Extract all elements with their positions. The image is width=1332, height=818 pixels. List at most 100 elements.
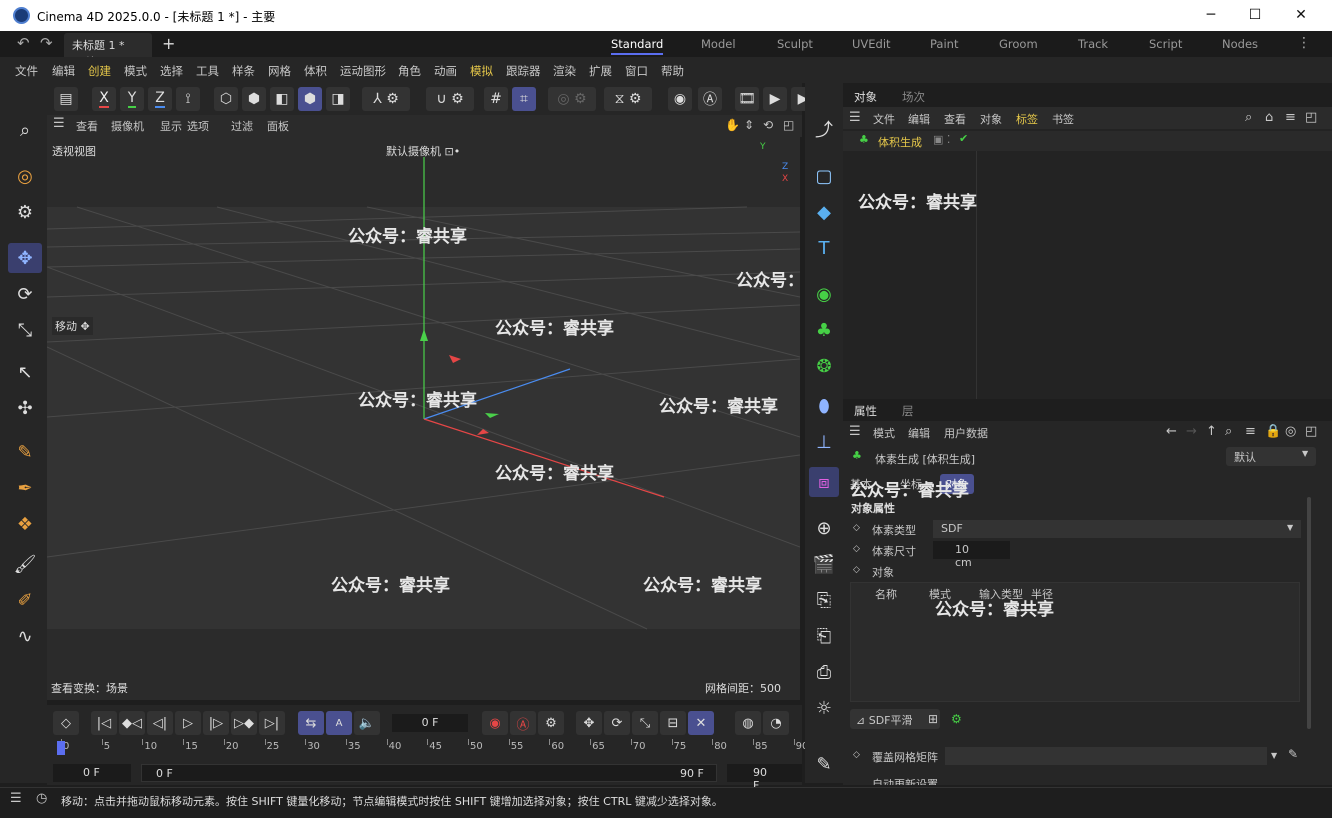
redo-icon[interactable]: ↷ (40, 34, 53, 52)
tab-objects[interactable]: 对象 (854, 89, 877, 105)
key-param-icon[interactable]: ⊟ (660, 711, 686, 735)
symmetry-icon[interactable]: ◎ ⚙ (548, 87, 596, 111)
menu-item-12[interactable]: 模拟 (470, 63, 493, 79)
search-icon[interactable]: ⌕ (8, 115, 42, 145)
next-key-icon[interactable]: ▷◆ (231, 711, 257, 735)
keyframe-diamond-icon[interactable]: ◇ (853, 565, 860, 575)
x-axis-lock[interactable]: X (92, 87, 116, 111)
objects-menu-item[interactable]: 对象 (980, 111, 1002, 127)
maximize-button[interactable]: ☐ (1243, 4, 1267, 26)
deformer-icon[interactable]: ❂ (809, 351, 839, 381)
document-tab[interactable]: 未标题 1 * ✕ (64, 33, 152, 66)
motion-clip-icon[interactable]: ◍ (735, 711, 761, 735)
mirror-icon[interactable]: ⧖ ⚙ (604, 87, 652, 111)
enabled-check-icon[interactable]: ✔ (959, 132, 968, 145)
spline-pen-icon[interactable]: ✒ (8, 473, 42, 503)
spline-sketch-icon[interactable]: ∿ (8, 621, 42, 651)
scrollbar[interactable] (1307, 497, 1311, 729)
team-render-icon[interactable]: ⎙ (809, 657, 839, 687)
keyframe-diamond-icon[interactable]: ◇ (853, 544, 860, 554)
render-view-icon[interactable]: ▶ (763, 87, 787, 111)
auto-key-icon[interactable]: A (326, 711, 352, 735)
objects-menu-item[interactable]: 标签 (1016, 111, 1038, 127)
generator-icon[interactable]: ◉ (809, 279, 839, 309)
rotate-tool-icon[interactable]: ⟳ (8, 279, 42, 309)
timeline-ruler[interactable]: 0 5 10 15 20 25 30 35 40 45 50 55 60 65 70 75 80 85 90 (55, 739, 808, 757)
object-name[interactable]: 体积生成 (878, 134, 922, 150)
end-frame-field[interactable]: 90 F (727, 764, 802, 792)
knife-icon[interactable]: ✐ (8, 585, 42, 615)
range-slider[interactable]: 0 F 90 F (141, 764, 717, 782)
light-icon[interactable]: ☼ (809, 693, 839, 723)
menu-item-17[interactable]: 帮助 (661, 63, 684, 79)
menu-item-3[interactable]: 模式 (124, 63, 147, 79)
z-axis-lock[interactable]: Z (148, 87, 172, 111)
text-icon[interactable]: T (809, 233, 839, 263)
up-icon[interactable]: ↑ (1206, 424, 1217, 439)
picker-icon[interactable]: ✎ (1288, 747, 1298, 761)
menu-item-1[interactable]: 编辑 (52, 63, 75, 79)
workplane-icon[interactable]: # (484, 87, 508, 111)
pen-tool-icon[interactable]: ✎ (8, 437, 42, 467)
keyframe-diamond-icon[interactable]: ◇ (853, 750, 860, 760)
keyframe-settings-icon[interactable]: ⚙ (538, 711, 564, 735)
menu-item-13[interactable]: 跟踪器 (506, 63, 541, 79)
brush-icon[interactable]: 🖌 (8, 549, 42, 579)
preset-dropdown[interactable]: 默认 ▼ (1226, 447, 1316, 466)
menu-item-2[interactable]: 创建 (88, 63, 111, 79)
menu-item-10[interactable]: 角色 (398, 63, 421, 79)
key-pla-icon[interactable]: ✕ (688, 711, 714, 735)
select-cursor-icon[interactable]: ◎ (8, 161, 42, 191)
orbit-icon[interactable]: ⟲ (763, 118, 773, 132)
layout-tab-paint[interactable]: Paint (930, 37, 958, 51)
tab-layers[interactable]: 层 (902, 403, 914, 419)
override-matrix-field[interactable] (945, 747, 1267, 765)
hamburger-icon[interactable]: ☰ (849, 110, 861, 125)
current-frame-field[interactable]: 0 F (392, 714, 468, 732)
grid-snap-icon[interactable]: ⌗ (512, 87, 536, 111)
chevron-down-icon[interactable]: ▼ (1271, 751, 1277, 760)
add-folder-icon[interactable]: ⊞ (928, 712, 938, 726)
sculpt-icon[interactable]: ❖ (8, 509, 42, 539)
objects-menu-item[interactable]: 书签 (1052, 111, 1074, 127)
hamburger-icon[interactable]: ☰ (53, 116, 65, 131)
object-row[interactable]: ♣ 体积生成 ▣ ⁚ ✔ (843, 131, 1332, 151)
edit-icon[interactable]: ✎ (809, 749, 839, 779)
dolly-icon[interactable]: ⇕ (744, 118, 754, 132)
objects-menu-item[interactable]: 文件 (873, 111, 895, 127)
layout-tab-uvedit[interactable]: UVEdit (852, 37, 891, 51)
hamburger-icon[interactable]: ☰ (849, 424, 861, 439)
menu-item-16[interactable]: 窗口 (625, 63, 648, 79)
target-icon[interactable]: ◎ (1285, 424, 1296, 439)
axis-tool-icon[interactable]: ⅄ ⚙ (362, 87, 410, 111)
add-layer-icon[interactable]: ⚙ (951, 712, 962, 726)
scale-tool-icon[interactable]: ⤡ (8, 315, 42, 345)
menu-item-5[interactable]: 工具 (196, 63, 219, 79)
environment-icon[interactable]: ⊕ (809, 513, 839, 543)
start-frame-field[interactable]: 0 F (53, 764, 131, 782)
field-icon[interactable]: ⬮ (809, 391, 839, 421)
viewport-menu-item[interactable]: 显示 (160, 118, 182, 134)
search-icon[interactable]: ⌕ (1245, 110, 1252, 125)
pan-icon[interactable]: ✋ (725, 118, 740, 132)
prev-frame-icon[interactable]: ◁| (147, 711, 173, 735)
maximize-view-icon[interactable]: ◰ (783, 118, 794, 132)
objects-menu-item[interactable]: 查看 (944, 111, 966, 127)
undo-icon[interactable]: ↶ (17, 34, 30, 52)
menu-item-8[interactable]: 体积 (304, 63, 327, 79)
prev-key-icon[interactable]: ◆◁ (119, 711, 145, 735)
volume-builder-icon[interactable]: ♣ (809, 315, 839, 345)
new-window-icon[interactable]: ◰ (1305, 110, 1317, 125)
close-button[interactable]: ✕ (1289, 4, 1313, 26)
key-position-icon[interactable]: ✥ (576, 711, 602, 735)
layout-tab-model[interactable]: Model (701, 37, 736, 51)
menu-item-6[interactable]: 样条 (232, 63, 255, 79)
camera-icon[interactable]: ⧈ (809, 467, 839, 497)
move-tool-icon[interactable]: ✥ (8, 243, 42, 273)
record-icon[interactable]: ◉ (482, 711, 508, 735)
perspective-viewport[interactable]: 透视视图 默认摄像机 ⊡• 移动 ✥ 查看变换：场景 网格间距：500 cm Y… (47, 137, 800, 700)
spline-rectangle-icon[interactable]: ▢ (809, 161, 839, 191)
new-window-icon[interactable]: ◰ (1305, 424, 1317, 439)
polygons-mode-icon[interactable]: ◧ (270, 87, 294, 111)
key-rotation-icon[interactable]: ⟳ (604, 711, 630, 735)
